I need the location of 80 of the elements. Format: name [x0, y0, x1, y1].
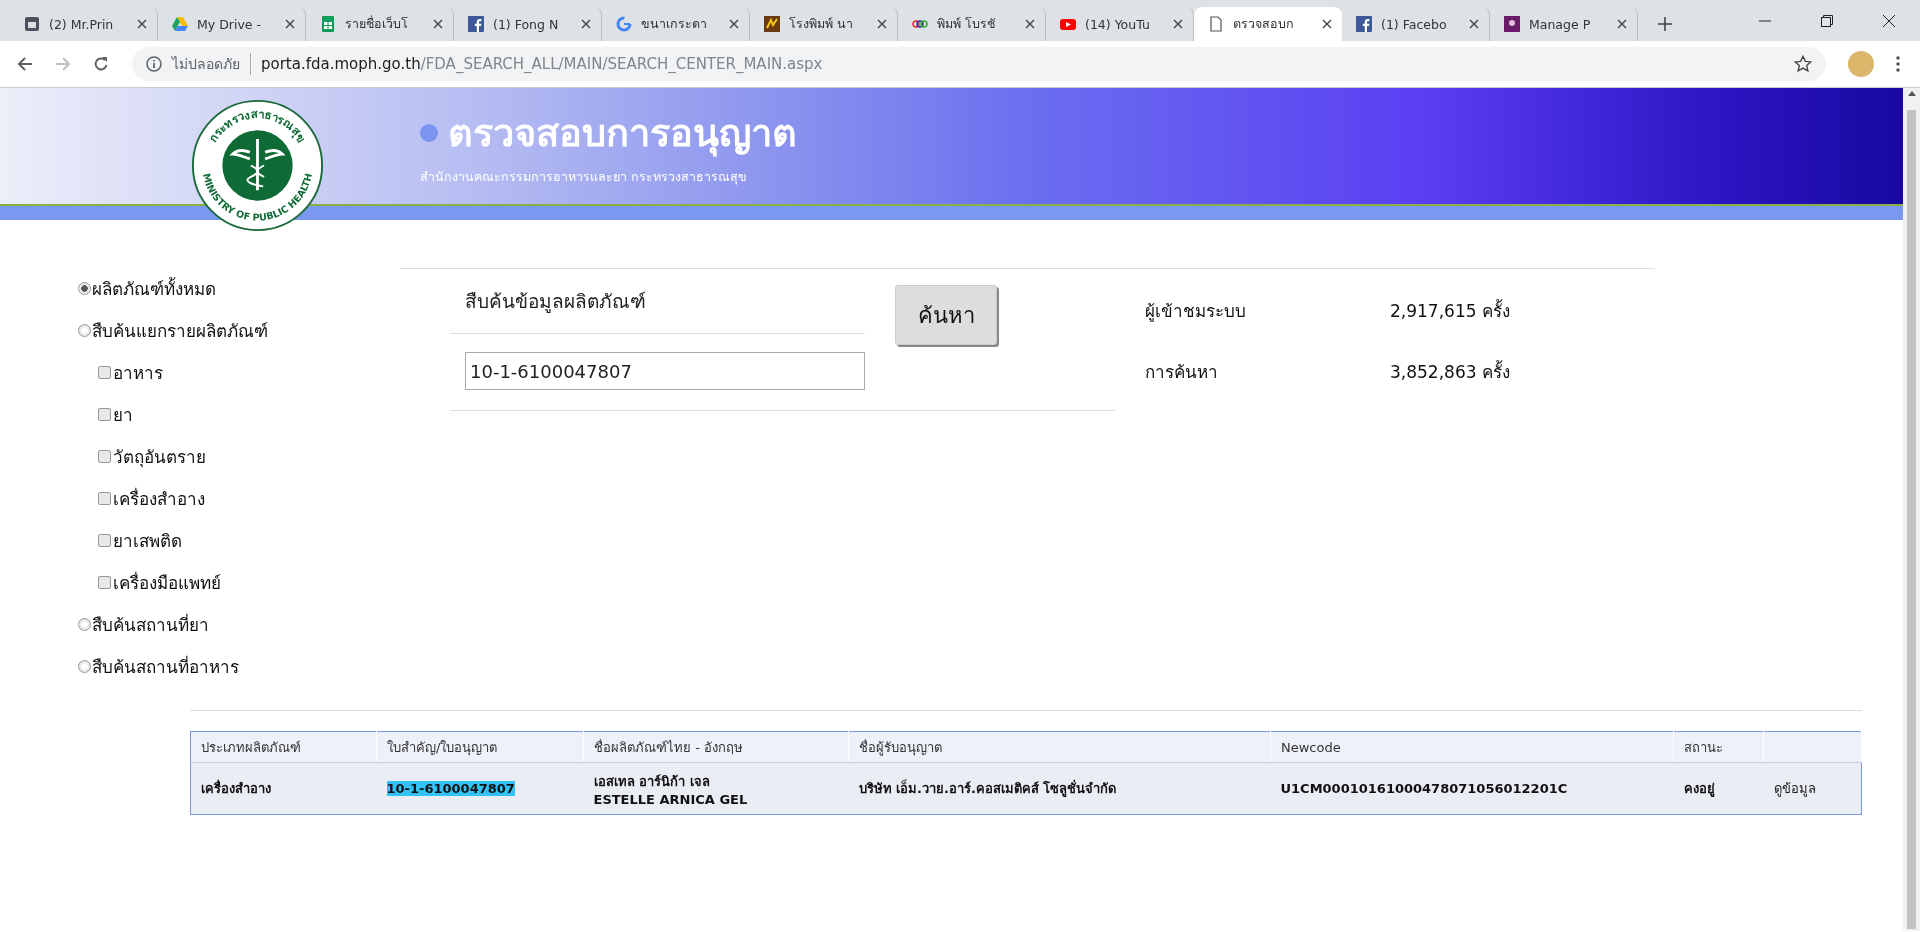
close-icon[interactable] [1617, 19, 1627, 29]
option-label: สืบค้นสถานที่ยา [92, 612, 209, 637]
stat-value: 2,917,615 ครั้ง [1390, 298, 1510, 323]
option-label: ยาเสพติด [113, 529, 182, 553]
column-header: ชื่อผู้รับอนุญาต [848, 731, 1271, 763]
logo-icon [764, 16, 780, 32]
option-label: เครื่องมือแพทย์ [113, 570, 221, 595]
search-heading: สืบค้นข้อมูลผลิตภัณฑ์ [450, 269, 865, 334]
scrollbar[interactable] [1903, 88, 1920, 931]
column-header: ชื่อผลิตภัณฑ์ไทย - อังกฤษ [583, 731, 849, 763]
radio-button[interactable] [78, 281, 91, 295]
option-label: วัตถุอันตราย [113, 445, 206, 470]
search-button[interactable]: ค้นหา [895, 285, 997, 345]
f-icon [1356, 16, 1372, 32]
forward-arrow-icon [55, 56, 71, 72]
table-cell: บริษัท เอ็ม.วาย.อาร์.คอสเมติคส์ โซลูชั่นจำกัด [848, 762, 1271, 815]
close-icon[interactable] [285, 19, 295, 29]
column-header: ประเภทผลิตภัณฑ์ [190, 731, 377, 763]
info-icon[interactable] [146, 56, 162, 72]
restore-icon [1821, 14, 1833, 27]
reload-icon [93, 56, 109, 72]
close-icon[interactable] [1322, 19, 1332, 29]
view-link[interactable]: ดูข้อมูล [1773, 781, 1816, 796]
option-label: สืบค้นสถานที่อาหาร [92, 654, 239, 679]
close-icon[interactable] [877, 19, 887, 29]
play-icon [1060, 16, 1076, 32]
table-cell: U1CM00010161000478071056012201C [1270, 762, 1674, 815]
close-icon [1883, 14, 1895, 27]
address-bar[interactable]: ไม่ปลอดภัย porta.fda.moph.go.th/FDA_SEARCH_ALL/MAIN/SEARCH_CENTER_MAIN.aspx [132, 47, 1826, 81]
stat-value: 3,852,863 ครั้ง [1390, 359, 1510, 384]
table-cell: คงอยู่ [1673, 762, 1764, 815]
close-icon[interactable] [1173, 19, 1183, 29]
new-tab-icon[interactable] [1658, 17, 1672, 31]
printer-icon [24, 16, 40, 32]
close-icon[interactable] [1469, 19, 1479, 29]
checkbox[interactable] [98, 449, 111, 463]
checkbox[interactable] [98, 575, 111, 589]
option-label: อาหาร [113, 361, 163, 385]
back-arrow-icon [17, 56, 33, 72]
radio-button[interactable] [78, 323, 91, 337]
f-icon [468, 16, 484, 32]
option-label: ยา [113, 403, 133, 427]
logo-icon [1504, 16, 1520, 32]
close-icon[interactable] [433, 19, 443, 29]
search-field[interactable]: 10-1-6100047807 [465, 352, 865, 390]
checkbox[interactable] [98, 533, 111, 547]
table-cell: เอสเทล อาร์นิก้า เจล ESTELLE ARNICA GEL [583, 762, 849, 815]
radio-button[interactable] [78, 659, 91, 673]
g-icon [616, 16, 632, 32]
security-label: ไม่ปลอดภัย [172, 53, 251, 75]
menu-icon[interactable] [1896, 56, 1900, 72]
option-label: สืบค้นแยกรายผลิตภัณฑ์ [92, 319, 268, 343]
page-icon [1208, 16, 1224, 32]
url-path: /FDA_SEARCH_ALL/MAIN/SEARCH_CENTER_MAIN.aspx [420, 55, 823, 73]
scroll-up-icon[interactable] [1907, 90, 1916, 96]
site-title: ตรวจสอบการอนุญาต [448, 110, 797, 159]
option-label: ผลิตภัณฑ์ทั้งหมด [92, 276, 216, 301]
close-icon[interactable] [729, 19, 739, 29]
checkbox[interactable] [98, 491, 111, 505]
column-header: สถานะ [1673, 731, 1764, 763]
close-icon[interactable] [1025, 19, 1035, 29]
checkbox[interactable] [98, 407, 111, 421]
sheet-icon [320, 16, 336, 32]
radio-button[interactable] [78, 617, 91, 631]
url-host: porta.fda.moph.go.th [261, 55, 421, 73]
column-header: ใบสำคัญ/ใบอนุญาต [376, 731, 584, 763]
close-icon[interactable] [137, 19, 147, 29]
star-icon[interactable] [1794, 55, 1812, 73]
site-subtitle: สำนักงานคณะกรรมการอาหารและยา กระทรวงสาธารณสุข [420, 168, 748, 187]
triangle-icon [172, 16, 188, 32]
option-label: เครื่องสำอาง [113, 486, 205, 511]
table-cell: เครื่องสำอาง [190, 762, 377, 815]
stat-label: การค้นหา [1145, 361, 1219, 384]
column-header: Newcode [1270, 731, 1674, 763]
close-icon[interactable] [581, 19, 591, 29]
selected-text: 10-1-6100047807 [386, 781, 515, 796]
browser-tab[interactable]: ตรวจสอบก [1194, 7, 1342, 41]
stat-label: ผู้เข้าชมระบบ [1145, 300, 1247, 324]
checkbox[interactable] [98, 365, 111, 379]
dot-icon [420, 123, 438, 142]
